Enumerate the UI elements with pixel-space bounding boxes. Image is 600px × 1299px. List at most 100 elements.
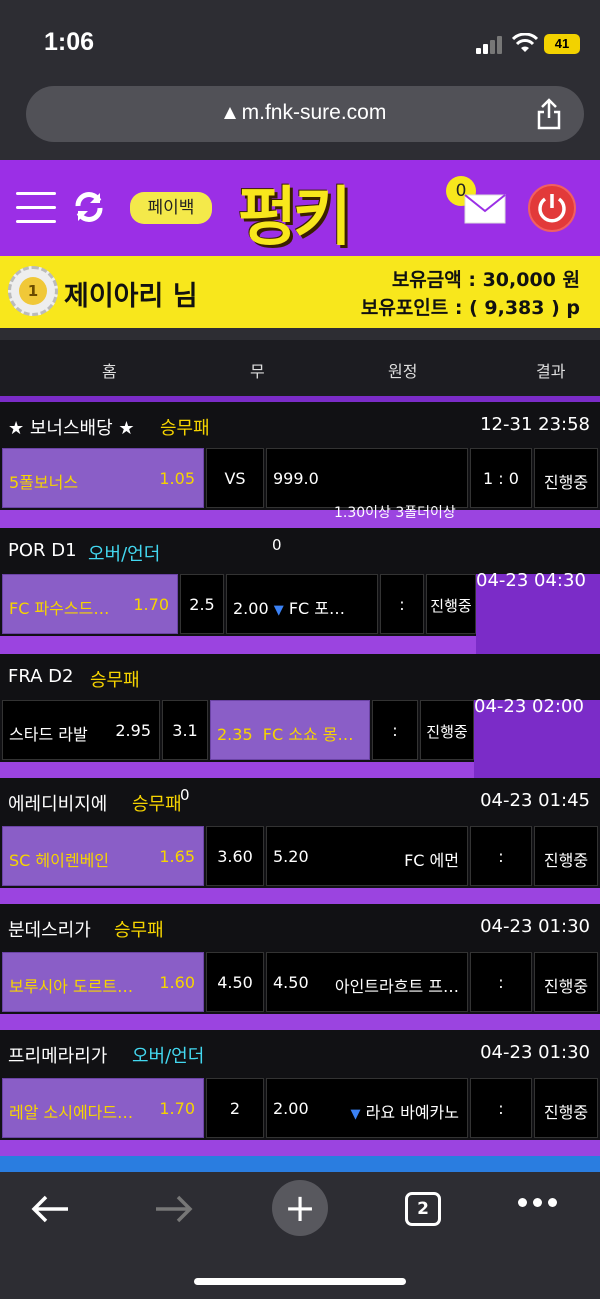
forward-arrow-icon[interactable] (154, 1194, 194, 1224)
away-bet-cell[interactable]: 5.20 FC 에먼 (266, 826, 468, 886)
bet-type: 오버/언더 (88, 544, 161, 565)
home-bet-cell[interactable]: FC 파수스드… 1.70 (2, 574, 178, 634)
home-bet-cell[interactable]: 5폴보너스 1.05 (2, 448, 204, 508)
away-team-name: 라요 바예카노 (365, 1103, 459, 1122)
game-status: 진행중 (543, 473, 589, 492)
league-header: POR D1 오버/언더 0 (0, 528, 600, 574)
away-odds: 999.0 (273, 469, 319, 488)
score: : (498, 1099, 504, 1118)
game-row: 스타드 라발 2.95 3.1 2.35 FC 소쇼 몽… : 진행중 (0, 698, 474, 762)
bet-type: 오버/언더 (132, 1046, 205, 1067)
game-time: 04-23 04:30 (476, 570, 586, 591)
points-line: 보유포인트 : ( 9,383 ) p (360, 297, 580, 319)
home-team: 5폴보너스 (9, 473, 79, 492)
draw-odds: 3.60 (217, 847, 253, 866)
league-header: 분데스리가 승무패 04-23 01:30 (0, 904, 600, 950)
draw-odds: 4.50 (217, 973, 253, 992)
league-header: 프리메라리가 오버/언더 04-23 01:30 (0, 1030, 600, 1076)
league-header: 에레디비지에 승무패 0 04-23 01:45 (0, 778, 600, 824)
draw-bet-cell[interactable]: 3.60 (206, 826, 264, 886)
away-odds: 2.00 ▼ FC 포… (233, 595, 345, 619)
line-value: 2.5 (189, 595, 215, 614)
status-cell: 진행중 (534, 448, 598, 508)
header-draw: 무 (250, 362, 265, 381)
status-cell: 진행중 (420, 700, 474, 760)
tab-count-button[interactable]: 2 (405, 1192, 441, 1226)
game-status: 진행중 (543, 851, 589, 870)
new-tab-button[interactable]: + (272, 1180, 328, 1236)
bet-type: 승무패 (90, 670, 140, 691)
game-time: 04-23 01:30 (480, 916, 590, 937)
game-row: 보루시아 도르트… 1.60 4.50 4.50 아인트라흐트 프… : 진행중 (0, 950, 600, 1014)
balance-info: 보유금액 : 30,000 원 보유포인트 : ( 9,383 ) p (361, 266, 580, 322)
row-gap (0, 1014, 600, 1030)
home-team: 레알 소시에다드… (9, 1103, 134, 1122)
status-time: 1:06 (44, 28, 95, 56)
browser-toolbar: + 2 (0, 1172, 600, 1299)
league-name: ★ 보너스배당 ★ (8, 418, 135, 439)
row-gap (0, 636, 476, 654)
share-icon[interactable] (536, 98, 562, 130)
away-team: 아인트라흐트 프… (334, 977, 459, 996)
draw-odds: 3.1 (172, 721, 198, 740)
url-bar[interactable]: m.fnk-sure.com (26, 86, 584, 142)
row-gap (0, 1140, 600, 1156)
url-value: m.fnk-sure.com (241, 101, 387, 124)
menu-icon[interactable] (16, 190, 56, 224)
away-bet-cell[interactable]: 2.00 ▼ FC 포… (226, 574, 378, 634)
away-bet-cell[interactable]: 2.35 FC 소쇼 몽… (210, 700, 370, 760)
row-gap (0, 510, 600, 528)
away-bet-cell[interactable]: 2.00 ▼ 라요 바예카노 (266, 1078, 468, 1138)
line-cell: 2 (206, 1078, 264, 1138)
home-team: SC 헤이렌베인 (9, 851, 110, 870)
score: 1 : 0 (483, 469, 519, 488)
site-logo[interactable]: 펑키 (238, 166, 378, 255)
draw-bet-cell[interactable]: 4.50 (206, 952, 264, 1012)
away-odds: 2.00 (273, 1099, 309, 1118)
status-cell: 진행중 (534, 1078, 598, 1138)
game-status: 진행중 (543, 977, 589, 996)
level-number: 1 (19, 277, 47, 305)
mail-icon[interactable] (464, 194, 506, 224)
home-odds: 1.60 (159, 973, 195, 992)
home-team: 보루시아 도르트… (9, 977, 134, 996)
balance-line: 보유금액 : 30,000 원 (391, 269, 580, 291)
game-status: 진행중 (430, 597, 472, 615)
status-cell: 진행중 (426, 574, 476, 634)
back-arrow-icon[interactable] (30, 1194, 70, 1224)
away-team: FC 포… (288, 599, 345, 618)
home-bet-cell[interactable]: SC 헤이렌베인 1.65 (2, 826, 204, 886)
url-text: m.fnk-sure.com (26, 101, 584, 125)
refresh-icon[interactable] (72, 190, 106, 224)
down-arrow-icon: ▼ (350, 1107, 361, 1122)
home-odds: 1.70 (159, 1099, 195, 1118)
score-cell: : (470, 952, 532, 1012)
away-bet-cell[interactable]: 4.50 아인트라흐트 프… (266, 952, 468, 1012)
score-cell: : (372, 700, 418, 760)
power-icon (538, 194, 566, 223)
status-bar: 1:06 41 m.fnk-sure.com (0, 0, 600, 142)
home-odds: 1.70 (133, 595, 169, 614)
logout-button[interactable] (528, 184, 576, 232)
draw-bet-cell[interactable]: VS (206, 448, 264, 508)
home-bet-cell[interactable]: 스타드 라발 2.95 (2, 700, 160, 760)
away-odds-value: 2.00 (233, 599, 269, 618)
league-header: FRA D2 승무패 (0, 654, 600, 700)
payback-button[interactable]: 페이백 (130, 192, 212, 224)
draw-bet-cell[interactable]: 3.1 (162, 700, 208, 760)
draw-value: VS (224, 469, 246, 488)
league-name: FRA D2 (8, 666, 74, 687)
home-odds: 1.05 (159, 469, 195, 488)
home-team: 스타드 라발 (9, 725, 88, 744)
away-bet-cell[interactable]: 999.0 (266, 448, 468, 508)
home-bet-cell[interactable]: 보루시아 도르트… 1.60 (2, 952, 204, 1012)
more-icon[interactable] (518, 1198, 558, 1208)
home-bet-cell[interactable]: 레알 소시에다드… 1.70 (2, 1078, 204, 1138)
header-away: 원정 (388, 362, 418, 381)
game-status: 진행중 (543, 1103, 589, 1122)
header-home: 홈 (102, 362, 117, 381)
score-cell: : (380, 574, 424, 634)
away-team: ▼ 라요 바예카노 (351, 1099, 460, 1123)
battery-icon: 41 (544, 34, 580, 54)
game-time: 04-23 02:00 (474, 696, 584, 717)
